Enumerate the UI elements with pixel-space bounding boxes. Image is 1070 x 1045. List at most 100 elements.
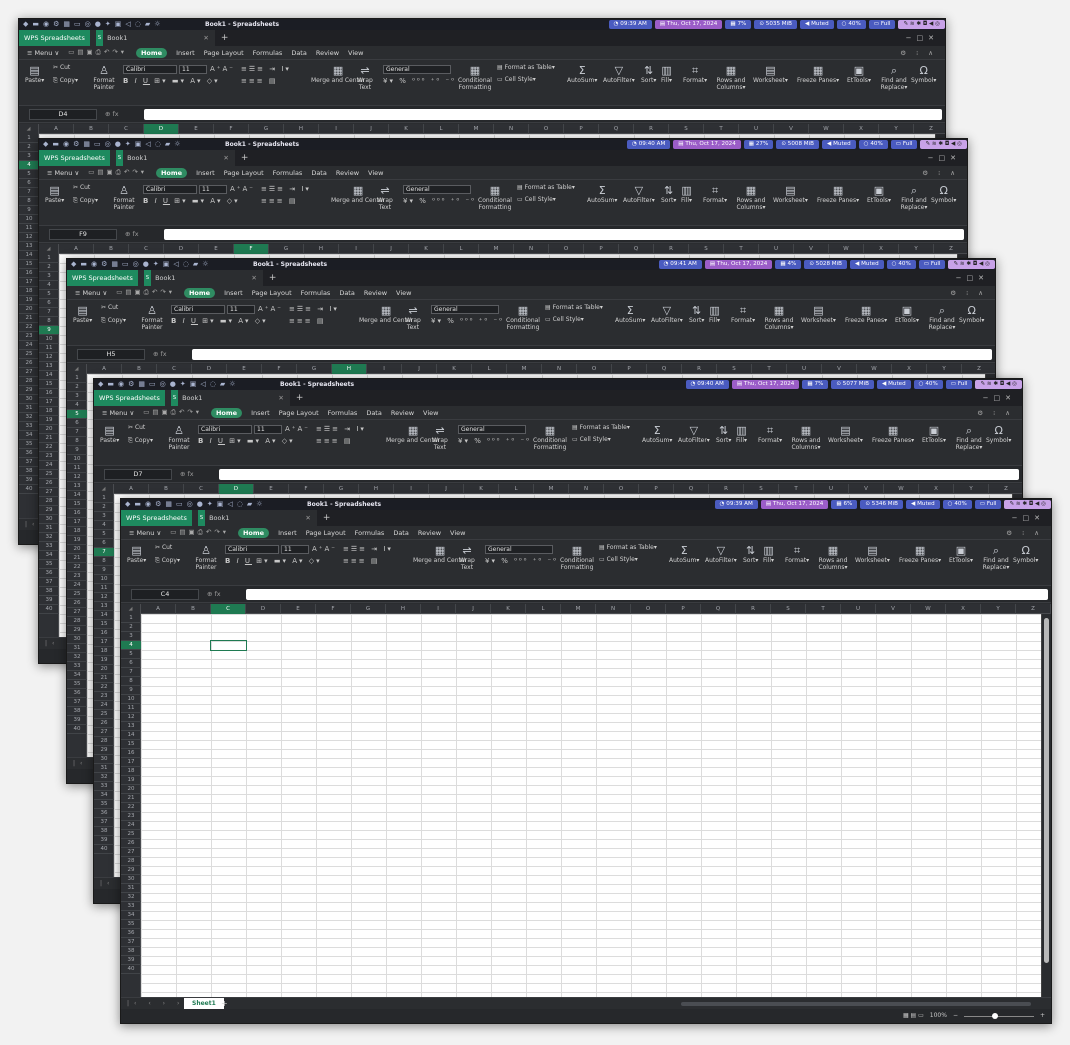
column-header-z[interactable]: Z xyxy=(962,364,995,374)
symbol-button[interactable]: Ω Symbol▾ xyxy=(911,64,936,84)
name-box[interactable]: C4 xyxy=(131,588,199,600)
row-header-36[interactable]: 36 xyxy=(19,449,39,458)
column-header-c[interactable]: C xyxy=(211,604,246,614)
row-header-23[interactable]: 23 xyxy=(121,812,141,821)
tray-icons[interactable]: ✎ ≋ ✱ ◘ ◀ ◎ xyxy=(975,380,1022,389)
worksheet-button[interactable]: ▤ Worksheet▾ xyxy=(828,424,863,444)
copy-button[interactable]: ⎘ Copy▾ xyxy=(128,437,153,444)
column-header-i[interactable]: I xyxy=(339,244,374,254)
rows-columns-button[interactable]: ▦ Rows and Columns▾ xyxy=(713,64,749,91)
row-header-23[interactable]: 23 xyxy=(94,692,114,701)
font-grow-shrink[interactable]: A⁺A⁻ xyxy=(285,425,310,433)
number-format-buttons[interactable]: ¥▾ % ⁰⁰⁰ ⁺⁰ ⁻⁰ xyxy=(383,77,456,85)
row-header-19[interactable]: 19 xyxy=(39,416,59,425)
close-tab-icon[interactable]: ✕ xyxy=(223,150,228,166)
column-header-g[interactable]: G xyxy=(249,124,284,134)
column-header-g[interactable]: G xyxy=(297,364,332,374)
cell-style-button[interactable]: ▭ Cell Style▾ xyxy=(572,436,611,443)
row-header-11[interactable]: 11 xyxy=(39,344,59,353)
format-painter-button[interactable]: ♙ Format Painter xyxy=(137,304,167,331)
column-header-o[interactable]: O xyxy=(529,124,564,134)
tab-formulas[interactable]: Formulas xyxy=(301,289,331,297)
row-header-28[interactable]: 28 xyxy=(121,857,141,866)
row-header-28[interactable]: 28 xyxy=(67,617,87,626)
row-header-7[interactable]: 7 xyxy=(121,668,141,677)
sort-button[interactable]: ⇅ Sort▾ xyxy=(661,184,676,204)
column-header-i[interactable]: I xyxy=(319,124,354,134)
ribbon-options[interactable]: ⚙ ⁝ ∧ xyxy=(1006,529,1043,537)
window-controls[interactable]: −□✕ xyxy=(1012,510,1045,526)
row-header-26[interactable]: 26 xyxy=(19,359,39,368)
row-header-24[interactable]: 24 xyxy=(39,461,59,470)
close-tab-icon[interactable]: ✕ xyxy=(278,390,283,406)
folder-icon[interactable]: ▬ xyxy=(80,259,87,270)
tab-view[interactable]: View xyxy=(348,49,363,57)
cut-button[interactable]: ✂ Cut xyxy=(73,184,90,191)
zoom-slider[interactable] xyxy=(963,1012,1034,1019)
row-header-6[interactable]: 6 xyxy=(94,539,114,548)
row-header-14[interactable]: 14 xyxy=(19,251,39,260)
row-header-25[interactable]: 25 xyxy=(67,590,87,599)
row-header-30[interactable]: 30 xyxy=(67,635,87,644)
row-header-20[interactable]: 20 xyxy=(19,305,39,314)
row-header-32[interactable]: 32 xyxy=(39,533,59,542)
row-header-10[interactable]: 10 xyxy=(121,695,141,704)
font-grow-shrink[interactable]: A⁺A⁻ xyxy=(230,185,255,193)
terminal-icon[interactable]: ▣ xyxy=(190,379,197,390)
column-header-d[interactable]: D xyxy=(219,484,254,494)
row-header-40[interactable]: 40 xyxy=(121,965,141,974)
column-header-x[interactable]: X xyxy=(864,244,899,254)
tab-insert[interactable]: Insert xyxy=(251,409,270,417)
quick-access-toolbar[interactable]: ▭▤▣⎙↶↷▾ xyxy=(88,168,147,177)
row-header-13[interactable]: 13 xyxy=(94,602,114,611)
row-header-7[interactable]: 7 xyxy=(94,548,114,557)
column-header-s[interactable]: S xyxy=(689,244,724,254)
tab-data[interactable]: Data xyxy=(393,529,409,537)
column-header-f[interactable]: F xyxy=(262,364,297,374)
menu-button[interactable]: ≡ Menu ∨ xyxy=(47,169,79,177)
row-header-4[interactable]: 4 xyxy=(94,521,114,530)
rows-columns-button[interactable]: ▦ Rows and Columns▾ xyxy=(733,184,769,211)
row-header-9[interactable]: 9 xyxy=(39,326,59,335)
column-header-c[interactable]: C xyxy=(184,484,219,494)
row-header-5[interactable]: 5 xyxy=(121,650,141,659)
format-button[interactable]: ⌗ Format▾ xyxy=(703,184,727,204)
tab-page-layout[interactable]: Page Layout xyxy=(279,409,319,417)
camera-icon[interactable]: ◎ xyxy=(105,139,111,150)
column-header-c[interactable]: C xyxy=(157,364,192,374)
folder-icon[interactable]: ▬ xyxy=(32,19,39,30)
row-header-11[interactable]: 11 xyxy=(67,464,87,473)
column-header-t[interactable]: T xyxy=(752,364,787,374)
row-header-13[interactable]: 13 xyxy=(67,482,87,491)
row-header-29[interactable]: 29 xyxy=(94,746,114,755)
row-header-26[interactable]: 26 xyxy=(39,479,59,488)
column-header-d[interactable]: D xyxy=(192,364,227,374)
grid-icon[interactable]: ▦ xyxy=(111,259,118,270)
tab-insert[interactable]: Insert xyxy=(176,49,195,57)
column-header-i[interactable]: I xyxy=(421,604,456,614)
alignment-bottom-row[interactable]: ≡≡≡ ▤ xyxy=(289,317,325,325)
row-header-33[interactable]: 33 xyxy=(67,662,87,671)
row-header-15[interactable]: 15 xyxy=(94,620,114,629)
column-header-l[interactable]: L xyxy=(472,364,507,374)
column-header-q[interactable]: Q xyxy=(674,484,709,494)
column-header-d[interactable]: D xyxy=(246,604,281,614)
ribbon-options[interactable]: ⚙ ⁝ ∧ xyxy=(922,169,959,177)
select-all-corner[interactable]: ◢ xyxy=(94,484,114,494)
font-size-select[interactable]: 11 xyxy=(179,65,207,74)
format-as-table-button[interactable]: ▤ Format as Table▾ xyxy=(572,424,630,431)
row-header-18[interactable]: 18 xyxy=(94,647,114,656)
cell-style-button[interactable]: ▭ Cell Style▾ xyxy=(517,196,556,203)
row-header-1[interactable]: 1 xyxy=(39,254,59,263)
row-header-33[interactable]: 33 xyxy=(19,422,39,431)
column-header-c[interactable]: C xyxy=(109,124,144,134)
column-header-s[interactable]: S xyxy=(744,484,779,494)
column-header-k[interactable]: K xyxy=(389,124,424,134)
fx-icon[interactable]: ⊕ fx xyxy=(125,230,151,238)
copy-button[interactable]: ⎘ Copy▾ xyxy=(73,197,98,204)
column-header-o[interactable]: O xyxy=(577,364,612,374)
symbol-button[interactable]: Ω Symbol▾ xyxy=(986,424,1011,444)
symbol-button[interactable]: Ω Symbol▾ xyxy=(931,184,956,204)
row-header-12[interactable]: 12 xyxy=(39,353,59,362)
row-header-19[interactable]: 19 xyxy=(67,536,87,545)
